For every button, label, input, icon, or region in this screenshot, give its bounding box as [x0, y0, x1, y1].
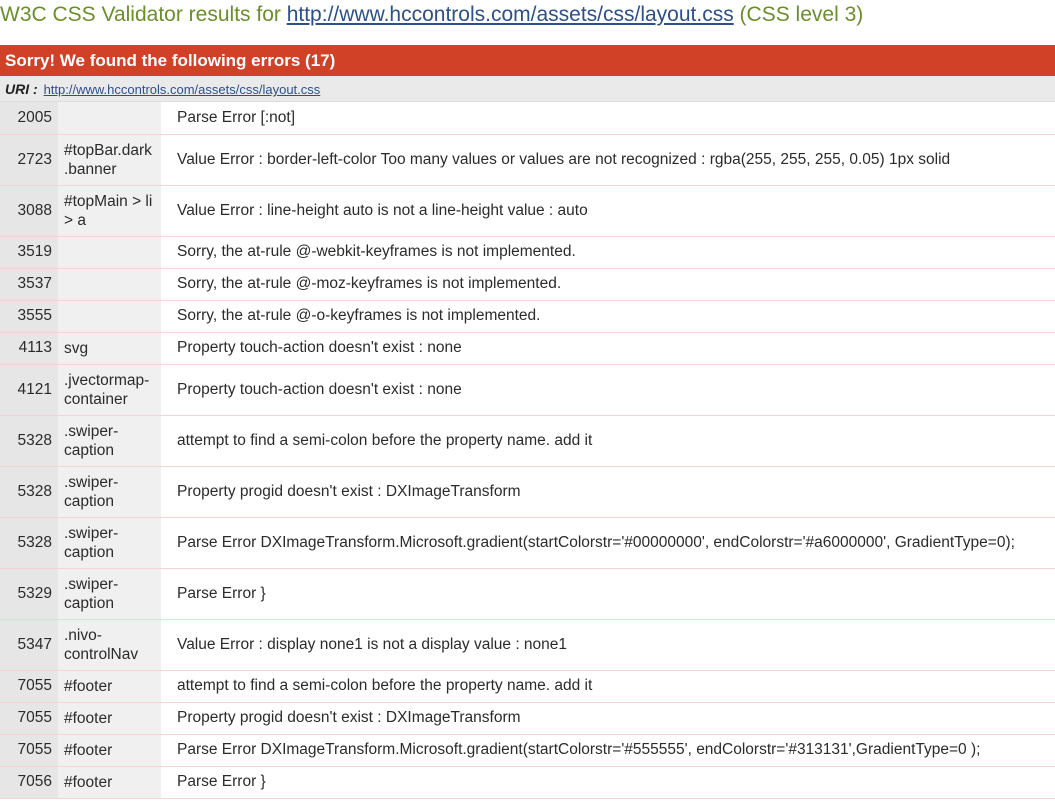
- error-line-number: 4113: [0, 332, 58, 365]
- error-message: Parse Error [:not]: [161, 102, 1055, 135]
- error-row: 7055 #footer attempt to find a semi-colon …: [0, 670, 1055, 703]
- error-row: 7055 #footer Property progid doesn't exist…: [0, 702, 1055, 735]
- error-message: Value Error : border-left-color Too many…: [161, 134, 1055, 186]
- error-context: .swiper-caption: [58, 466, 161, 518]
- error-line-number: 7055: [0, 734, 58, 767]
- error-message: Sorry, the at-rule @-moz-keyframes is no…: [161, 268, 1055, 301]
- error-line-number: 7055: [0, 702, 58, 735]
- error-line-number: 2005: [0, 102, 58, 135]
- error-message: Value Error : line-height auto is not a …: [161, 185, 1055, 237]
- error-message: Property progid doesn't exist : DXImageT…: [161, 702, 1055, 735]
- error-context: svg: [58, 332, 161, 365]
- error-row: 7056 #footer Parse Error }: [0, 766, 1055, 799]
- error-message: Property progid doesn't exist : DXImageT…: [161, 466, 1055, 518]
- error-message: attempt to find a semi-colon before the …: [161, 670, 1055, 703]
- page-title: W3C CSS Validator results for http://www…: [0, 0, 863, 30]
- error-line-number: 5328: [0, 415, 58, 467]
- error-line-number: 7055: [0, 670, 58, 703]
- error-message: Sorry, the at-rule @-o-keyframes is not …: [161, 300, 1055, 333]
- error-line-number: 3537: [0, 268, 58, 301]
- error-context: .swiper-caption: [58, 415, 161, 467]
- error-row: 3519 Sorry, the at-rule @-webkit-keyframe…: [0, 236, 1055, 269]
- error-context: #footer: [58, 702, 161, 735]
- error-line-number: 3088: [0, 185, 58, 237]
- error-context: .swiper-caption: [58, 568, 161, 620]
- error-context: [58, 300, 161, 333]
- error-message: Parse Error }: [161, 568, 1055, 620]
- uri-label: URI :: [5, 81, 38, 97]
- error-row: 3537 Sorry, the at-rule @-moz-keyframes i…: [0, 268, 1055, 301]
- error-line-number: 2723: [0, 134, 58, 186]
- error-message: Property touch-action doesn't exist : no…: [161, 332, 1055, 365]
- error-line-number: 5328: [0, 517, 58, 569]
- error-line-number: 4121: [0, 364, 58, 416]
- errors-banner: Sorry! We found the following errors (17…: [0, 45, 1055, 76]
- error-row: 2723 #topBar.dark .banner Value Error : bo…: [0, 134, 1055, 186]
- errors-table: 2005 Parse Error [:not] 2723 #topBar.dark .…: [0, 102, 1055, 799]
- uri-row: URI : http://www.hccontrols.com/assets/c…: [0, 76, 1055, 102]
- error-row: 5347 .nivo-controlNav Value Error : displa…: [0, 619, 1055, 671]
- error-message: attempt to find a semi-colon before the …: [161, 415, 1055, 467]
- error-row: 5328 .swiper-caption attempt to find a sem…: [0, 415, 1055, 467]
- error-row: 5328 .swiper-caption Property progid doesn…: [0, 466, 1055, 518]
- error-context: #topBar.dark .banner: [58, 134, 161, 186]
- error-context: #topMain > li > a: [58, 185, 161, 237]
- error-context: [58, 268, 161, 301]
- error-context: #footer: [58, 766, 161, 799]
- error-message: Sorry, the at-rule @-webkit-keyframes is…: [161, 236, 1055, 269]
- error-row: 5329 .swiper-caption Parse Error }: [0, 568, 1055, 620]
- error-row: 5328 .swiper-caption Parse Error DXImageTr…: [0, 517, 1055, 569]
- page-title-prefix: W3C CSS Validator results for: [0, 3, 287, 26]
- error-row: 7055 #footer Parse Error DXImageTransform.…: [0, 734, 1055, 767]
- error-line-number: 7056: [0, 766, 58, 799]
- error-context: [58, 236, 161, 269]
- error-line-number: 3519: [0, 236, 58, 269]
- error-message: Parse Error }: [161, 766, 1055, 799]
- errors-table-body: 2005 Parse Error [:not] 2723 #topBar.dark .…: [0, 102, 1055, 799]
- error-message: Property touch-action doesn't exist : no…: [161, 364, 1055, 416]
- error-line-number: 3555: [0, 300, 58, 333]
- error-message: Parse Error DXImageTransform.Microsoft.g…: [161, 734, 1055, 767]
- error-row: 3088 #topMain > li > a Value Error : line-…: [0, 185, 1055, 237]
- error-context: #footer: [58, 670, 161, 703]
- error-row: 4113 svg Property touch-action doesn't exi…: [0, 332, 1055, 365]
- error-message: Parse Error DXImageTransform.Microsoft.g…: [161, 517, 1055, 569]
- uri-link[interactable]: http://www.hccontrols.com/assets/css/lay…: [44, 82, 321, 97]
- error-context: #footer: [58, 734, 161, 767]
- error-context: .nivo-controlNav: [58, 619, 161, 671]
- validated-url-link[interactable]: http://www.hccontrols.com/assets/css/lay…: [287, 3, 734, 26]
- error-line-number: 5329: [0, 568, 58, 620]
- error-row: 2005 Parse Error [:not]: [0, 102, 1055, 135]
- error-context: .jvectormap-container: [58, 364, 161, 416]
- error-line-number: 5328: [0, 466, 58, 518]
- error-message: Value Error : display none1 is not a dis…: [161, 619, 1055, 671]
- error-row: 3555 Sorry, the at-rule @-o-keyframes is …: [0, 300, 1055, 333]
- error-context: [58, 102, 161, 135]
- error-row: 4121 .jvectormap-container Property touch-…: [0, 364, 1055, 416]
- error-line-number: 5347: [0, 619, 58, 671]
- page-title-suffix: (CSS level 3): [733, 3, 864, 26]
- error-context: .swiper-caption: [58, 517, 161, 569]
